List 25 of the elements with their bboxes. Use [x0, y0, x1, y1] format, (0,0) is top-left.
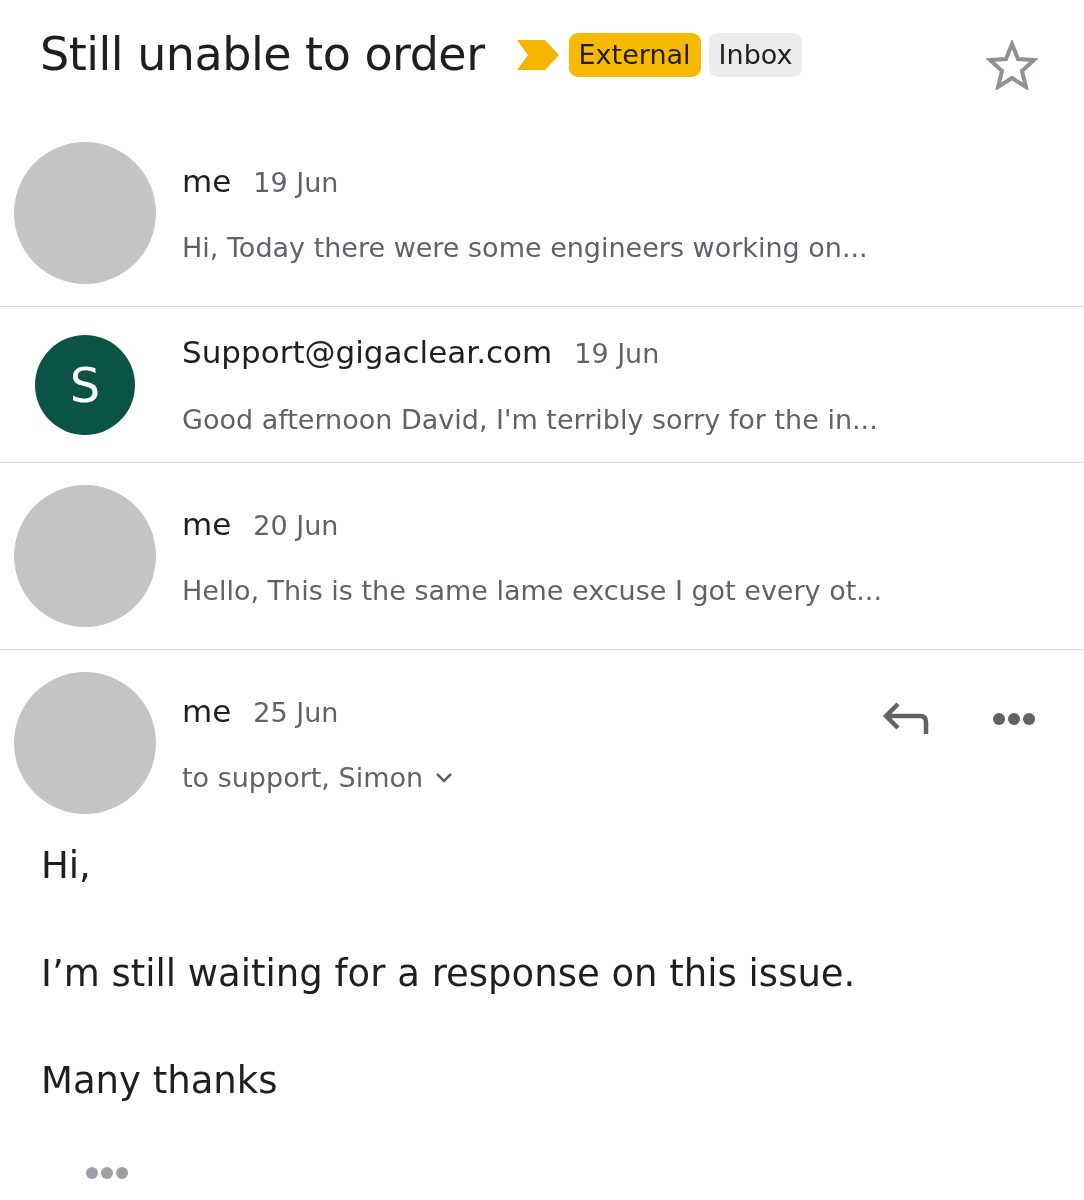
body-text: I’m still waiting for a response on this issue.	[41, 950, 857, 997]
message-date: 19 Jun	[574, 337, 660, 371]
importance-marker-icon[interactable]	[514, 38, 561, 72]
label-tag: Inbox	[708, 32, 803, 78]
more-icon	[992, 711, 1036, 726]
avatar: S	[35, 334, 135, 435]
ellipsis-icon	[85, 1166, 129, 1180]
sender-name: me	[182, 161, 232, 201]
label-tag: External	[568, 32, 701, 78]
message-date: 19 Jun	[253, 165, 339, 200]
star-icon	[986, 40, 1038, 90]
message-date: 20 Jun	[253, 508, 339, 543]
sender-name: Support@gigaclear.com	[182, 333, 553, 372]
message-date: 25 Jun	[253, 695, 339, 730]
chevron-down-icon	[435, 772, 454, 785]
body-text: Many thanks	[41, 1058, 279, 1104]
star-button[interactable]	[986, 40, 1038, 90]
message-snippet: Hi, Today there were some engineers working on...	[182, 231, 868, 265]
body-text: Hi,	[41, 843, 92, 889]
message-snippet: Hello, This is the same lame excuse I got every ot...	[182, 574, 882, 608]
sender-name: me	[182, 691, 232, 731]
message-snippet: Good afternoon David, I'm terribly sorry for the in...	[182, 402, 878, 437]
subject-title: Still unable to order	[40, 27, 485, 83]
recipients-toggle[interactable]: to support, Simon	[182, 758, 454, 799]
sender-name: me	[182, 504, 232, 544]
